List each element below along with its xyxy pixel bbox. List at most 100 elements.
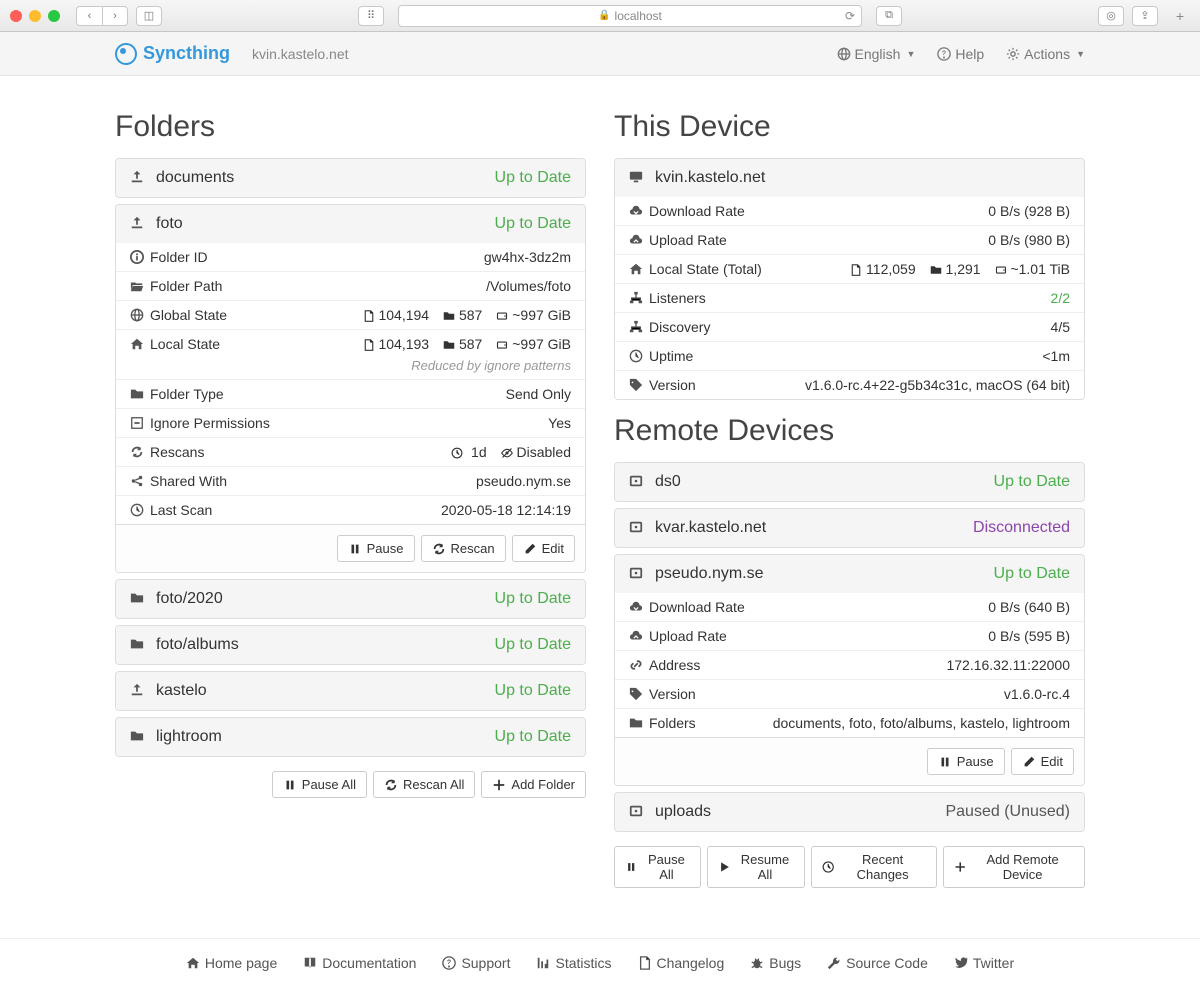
- row-value: 112,059 1,291 ~1.01 TiB: [850, 261, 1070, 277]
- folder-header-documents[interactable]: documents Up to Date: [116, 159, 585, 197]
- folder-status: Up to Date: [495, 590, 571, 608]
- help-link[interactable]: Help: [937, 46, 984, 62]
- folder-name: foto: [156, 215, 183, 233]
- folder-header-foto[interactable]: foto Up to Date: [116, 205, 585, 243]
- row-value: /Volumes/foto: [486, 278, 571, 294]
- edit-device-button[interactable]: Edit: [1011, 748, 1074, 775]
- rescan-folder-button[interactable]: Rescan: [421, 535, 506, 562]
- pause-device-button[interactable]: Pause: [927, 748, 1005, 775]
- minimize-window-icon[interactable]: [29, 10, 41, 22]
- folder-icon: [130, 590, 156, 608]
- pause-folder-button[interactable]: Pause: [337, 535, 415, 562]
- row-value: pseudo.nym.se: [476, 473, 571, 489]
- folder-status: Up to Date: [495, 215, 571, 233]
- footer-support-link[interactable]: Support: [442, 955, 510, 971]
- actions-dropdown[interactable]: Actions ▼: [1006, 46, 1085, 62]
- footer-changelog-link[interactable]: Changelog: [638, 955, 725, 971]
- folder-name: documents: [156, 169, 234, 187]
- row-value: 0 B/s (595 B): [988, 628, 1070, 644]
- device-name: ds0: [655, 473, 681, 491]
- cloud-up-icon: [629, 628, 649, 644]
- device-status: Paused (Unused): [945, 803, 1070, 821]
- folder-detail: Folder ID gw4hx-3dz2m Folder Path /Volum…: [116, 243, 585, 524]
- row-label: Rescans: [150, 444, 204, 460]
- nav-hostname: kvin.kastelo.net: [252, 46, 349, 62]
- footer: Home page Documentation Support Statisti…: [0, 938, 1200, 995]
- cloud-up-icon: [629, 232, 649, 248]
- folder-panel: foto/albums Up to Date: [115, 625, 586, 665]
- footer-twitter-link[interactable]: Twitter: [954, 955, 1014, 971]
- folder-header-lightroom[interactable]: lightroom Up to Date: [116, 718, 585, 756]
- close-window-icon[interactable]: [10, 10, 22, 22]
- tag-icon: [629, 686, 649, 702]
- folder-header-foto2020[interactable]: foto/2020 Up to Date: [116, 580, 585, 618]
- folder-header-kastelo[interactable]: kastelo Up to Date: [116, 672, 585, 710]
- cog-icon: [1006, 46, 1020, 62]
- folder-icon: [130, 728, 156, 746]
- apps-button[interactable]: ⠿: [358, 6, 384, 26]
- row-label: Folder ID: [150, 249, 208, 265]
- row-label: Discovery: [649, 319, 710, 335]
- folder-panel: foto/2020 Up to Date: [115, 579, 586, 619]
- question-icon: [937, 46, 951, 62]
- sidebar-toggle-button[interactable]: ◫: [136, 6, 162, 26]
- back-button[interactable]: ‹: [76, 6, 102, 26]
- link-icon: [629, 657, 649, 673]
- desktop-icon: [629, 169, 655, 187]
- row-value: 2/2: [1051, 290, 1070, 306]
- folder-status: Up to Date: [495, 728, 571, 746]
- row-label: Version: [649, 377, 696, 393]
- row-value: v1.6.0-rc.4: [1004, 686, 1070, 702]
- share-button[interactable]: ⇪: [1132, 6, 1158, 26]
- recent-changes-button[interactable]: Recent Changes: [811, 846, 937, 888]
- resume-all-button[interactable]: Resume All: [707, 846, 805, 888]
- brand-logo-icon: [115, 43, 137, 65]
- remote-device-header-ds0[interactable]: ds0 Up to Date: [615, 463, 1084, 501]
- clock-icon: [629, 348, 649, 364]
- footer-docs-link[interactable]: Documentation: [303, 955, 416, 971]
- folder-status: Up to Date: [495, 169, 571, 187]
- row-label: Download Rate: [649, 203, 745, 219]
- remote-device-panel: kvar.kastelo.net Disconnected: [614, 508, 1085, 548]
- footer-bugs-link[interactable]: Bugs: [750, 955, 801, 971]
- footer-stats-link[interactable]: Statistics: [536, 955, 611, 971]
- this-device-header[interactable]: kvin.kastelo.net: [615, 159, 1084, 197]
- language-dropdown[interactable]: English ▼: [837, 46, 916, 62]
- add-folder-button[interactable]: Add Folder: [481, 771, 586, 798]
- minus-square-icon: [130, 415, 150, 431]
- cloud-down-icon: [629, 203, 649, 219]
- pause-all-devices-button[interactable]: Pause All: [614, 846, 701, 888]
- caret-down-icon: ▼: [906, 49, 915, 59]
- tabs-button[interactable]: ⧉: [876, 6, 902, 26]
- brand[interactable]: Syncthing: [115, 43, 230, 65]
- footer-source-link[interactable]: Source Code: [827, 955, 928, 971]
- address-bar[interactable]: 🔒 localhost ⟳: [398, 5, 862, 27]
- row-value: documents, foto, foto/albums, kastelo, l…: [773, 715, 1070, 731]
- rescan-all-button[interactable]: Rescan All: [373, 771, 475, 798]
- address-text: localhost: [615, 9, 662, 23]
- reload-icon[interactable]: ⟳: [845, 9, 855, 23]
- remote-device-header-uploads[interactable]: uploads Paused (Unused): [615, 793, 1084, 831]
- reader-button[interactable]: ◎: [1098, 6, 1124, 26]
- folder-header-fotoalbums[interactable]: foto/albums Up to Date: [116, 626, 585, 664]
- caret-down-icon: ▼: [1076, 49, 1085, 59]
- row-value: 0 B/s (640 B): [988, 599, 1070, 615]
- folder-name: kastelo: [156, 682, 207, 700]
- add-remote-device-button[interactable]: Add Remote Device: [943, 846, 1085, 888]
- remote-device-header-kvar[interactable]: kvar.kastelo.net Disconnected: [615, 509, 1084, 547]
- device-name: kvin.kastelo.net: [655, 169, 765, 187]
- forward-button[interactable]: ›: [102, 6, 128, 26]
- new-tab-button[interactable]: +: [1170, 6, 1190, 26]
- device-status: Up to Date: [994, 565, 1070, 583]
- row-value: 2020-05-18 12:14:19: [441, 502, 571, 518]
- footer-home-link[interactable]: Home page: [186, 955, 277, 971]
- edit-folder-button[interactable]: Edit: [512, 535, 575, 562]
- pause-all-folders-button[interactable]: Pause All: [272, 771, 367, 798]
- remote-device-header-pseudo[interactable]: pseudo.nym.se Up to Date: [615, 555, 1084, 593]
- row-label: Version: [649, 686, 696, 702]
- row-label: Ignore Permissions: [150, 415, 270, 431]
- zoom-window-icon[interactable]: [48, 10, 60, 22]
- folder-status: Up to Date: [495, 682, 571, 700]
- row-value: 1d Disabled: [451, 444, 571, 460]
- this-device-panel: kvin.kastelo.net Download Rate 0 B/s (92…: [614, 158, 1085, 400]
